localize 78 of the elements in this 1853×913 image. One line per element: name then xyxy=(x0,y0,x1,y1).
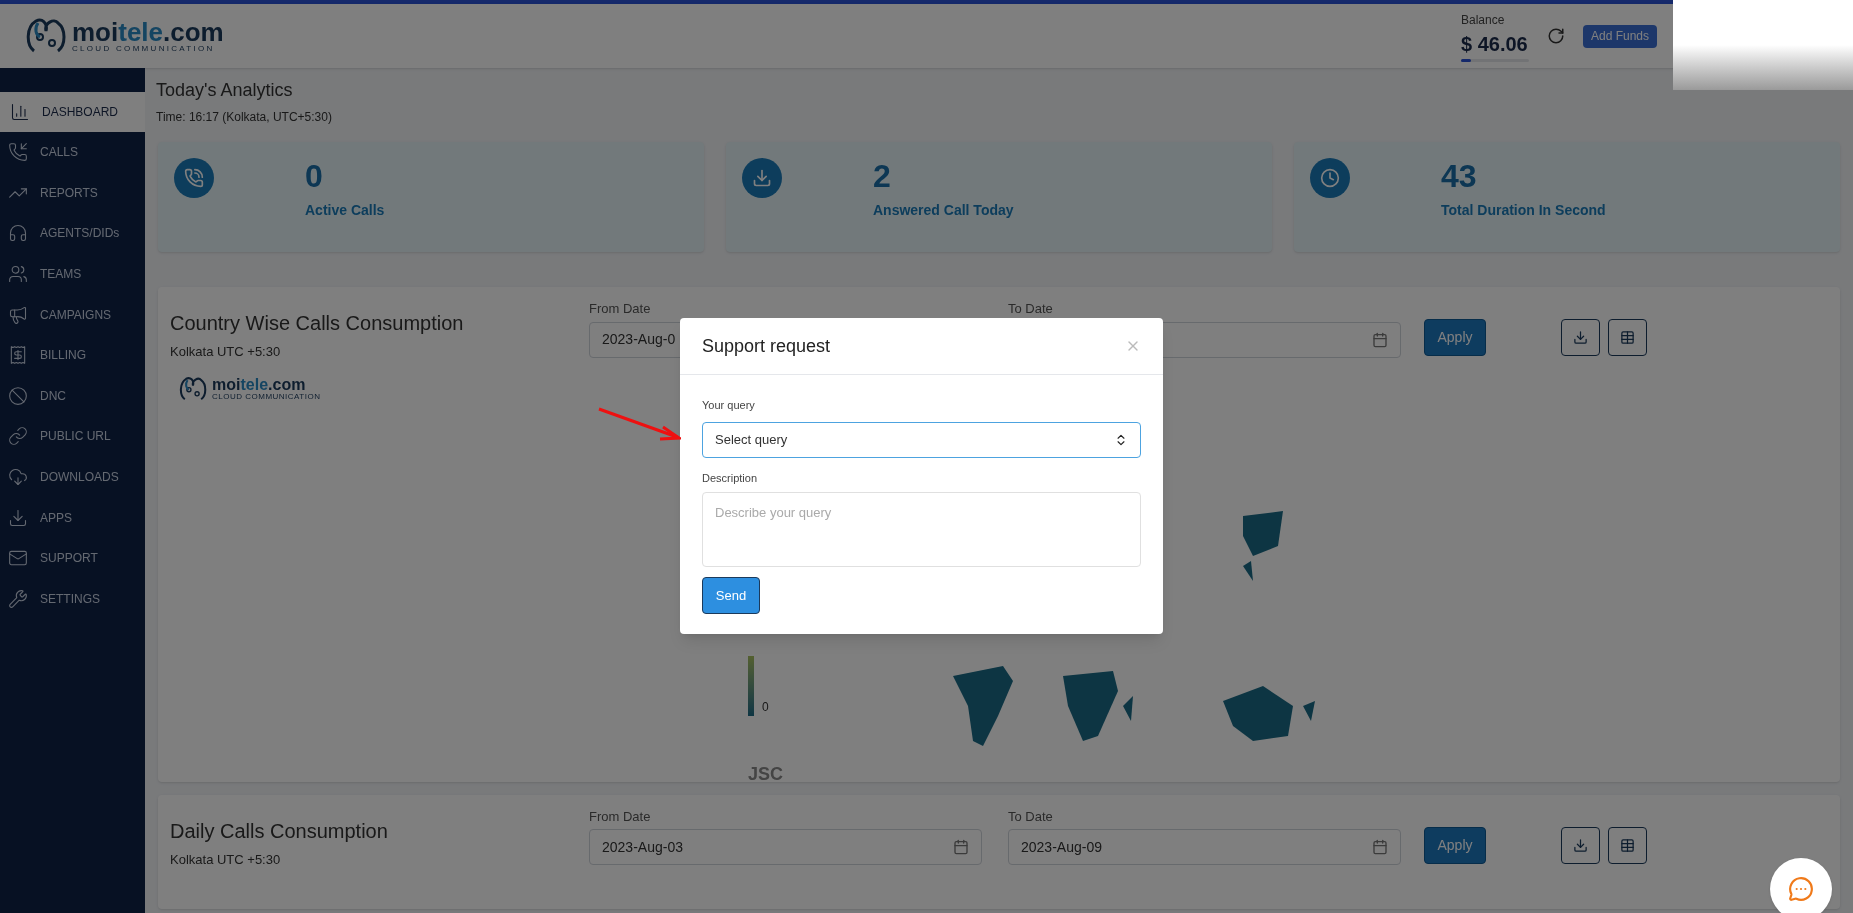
sidebar-item[interactable]: TEAMS xyxy=(0,253,145,295)
table-button[interactable] xyxy=(1608,826,1647,864)
megaphone-icon xyxy=(8,304,28,325)
stat-value: 0 xyxy=(305,158,324,194)
description-label: Description xyxy=(702,470,759,486)
section-title: Daily Calls Consumption xyxy=(170,818,389,844)
add-funds-button[interactable]: Add Funds xyxy=(1582,24,1657,48)
table-icon xyxy=(1620,837,1635,853)
clock-icon xyxy=(1310,158,1350,198)
refresh-icon[interactable] xyxy=(1546,27,1565,45)
sidebar-item[interactable]: SETTINGS xyxy=(0,578,145,620)
prohibited-icon xyxy=(8,385,28,406)
query-label: Your query xyxy=(702,398,756,413)
chart-credit-logo: JSC xyxy=(748,762,783,786)
sidebar-item[interactable]: PUBLIC URL xyxy=(0,416,145,457)
phone-icon xyxy=(174,158,214,198)
cloud-download-icon xyxy=(8,467,28,488)
to-date-label: To Date xyxy=(1008,807,1054,826)
apply-button[interactable]: Apply xyxy=(1424,826,1486,864)
receipt-icon xyxy=(8,345,28,366)
legend-min-label: 0 xyxy=(762,698,769,716)
to-date-label: To Date xyxy=(1008,300,1054,318)
calendar-icon xyxy=(953,839,969,855)
sidebar-item[interactable]: BILLING xyxy=(0,334,145,376)
sidebar-item[interactable]: AGENTS/DIDs xyxy=(0,213,145,254)
stat-label: Answered Call Today xyxy=(873,201,1014,220)
sidebar-item[interactable]: DNC xyxy=(0,375,145,417)
section-title: Country Wise Calls Consumption xyxy=(170,311,465,336)
download-button[interactable] xyxy=(1561,826,1600,864)
logo-icon xyxy=(24,17,68,55)
stat-label: Active Calls xyxy=(305,201,385,220)
download-icon xyxy=(1573,837,1588,853)
send-button[interactable]: Send xyxy=(702,577,760,614)
calendar-icon xyxy=(1372,331,1388,348)
stat-value: 43 xyxy=(1441,158,1478,194)
sidebar-item[interactable]: SUPPORT xyxy=(0,537,145,579)
bar-chart-icon xyxy=(10,102,30,122)
people-icon xyxy=(8,264,28,285)
description-field[interactable]: Describe your query xyxy=(702,492,1141,567)
stat-value: 2 xyxy=(873,158,892,194)
from-date-label: From Date xyxy=(589,300,652,318)
table-icon xyxy=(1620,330,1635,345)
query-select[interactable]: Select query xyxy=(702,421,1141,458)
sidebar-item[interactable]: REPORTS xyxy=(0,172,145,214)
logo-tagline: CLOUD COMMUNICATION xyxy=(72,45,216,53)
sidebar-item[interactable]: APPS xyxy=(0,497,145,538)
chat-icon xyxy=(1788,876,1814,902)
analytics-time: Time: 16:17 (Kolkata, UTC+5:30) xyxy=(156,109,333,126)
modal-title: Support request xyxy=(702,334,831,358)
download-button[interactable] xyxy=(1561,319,1600,356)
download-icon xyxy=(8,507,28,528)
section-subtitle: Kolkata UTC +5:30 xyxy=(170,343,282,361)
analytics-title: Today's Analytics xyxy=(156,79,294,102)
phone-incoming-icon xyxy=(8,142,28,163)
logo-text: moitele.com xyxy=(212,376,307,393)
sidebar-item[interactable]: CALLS xyxy=(0,132,145,173)
sidebar-item[interactable]: DOWNLOADS xyxy=(0,456,145,498)
date-field[interactable]: 2023-Aug-03 xyxy=(589,829,982,865)
sidebar-item[interactable]: CAMPAIGNS xyxy=(0,294,145,335)
apply-button[interactable]: Apply xyxy=(1424,319,1486,356)
legend-gradient-bar xyxy=(748,655,754,716)
headset-icon xyxy=(8,223,28,244)
balance-label: Balance xyxy=(1460,11,1506,29)
sidebar-item[interactable]: DASHBOARD xyxy=(0,92,145,132)
table-button[interactable] xyxy=(1608,319,1647,356)
balance-amount: $ 46.06 xyxy=(1460,31,1529,57)
from-date-label: From Date xyxy=(589,807,652,826)
section-subtitle: Kolkata UTC +5:30 xyxy=(170,850,282,869)
download-icon xyxy=(742,158,782,198)
stat-label: Total Duration In Second xyxy=(1441,201,1606,220)
logo-tagline: CLOUD COMMUNICATION xyxy=(212,392,321,401)
wrench-icon xyxy=(8,588,28,609)
logo-icon xyxy=(178,375,208,402)
calendar-icon xyxy=(1372,839,1388,855)
date-field[interactable]: 2023-Aug-09 xyxy=(1008,829,1401,865)
link-icon xyxy=(8,426,28,447)
logo-text: moitele.com xyxy=(72,19,224,45)
download-icon xyxy=(1573,330,1588,345)
